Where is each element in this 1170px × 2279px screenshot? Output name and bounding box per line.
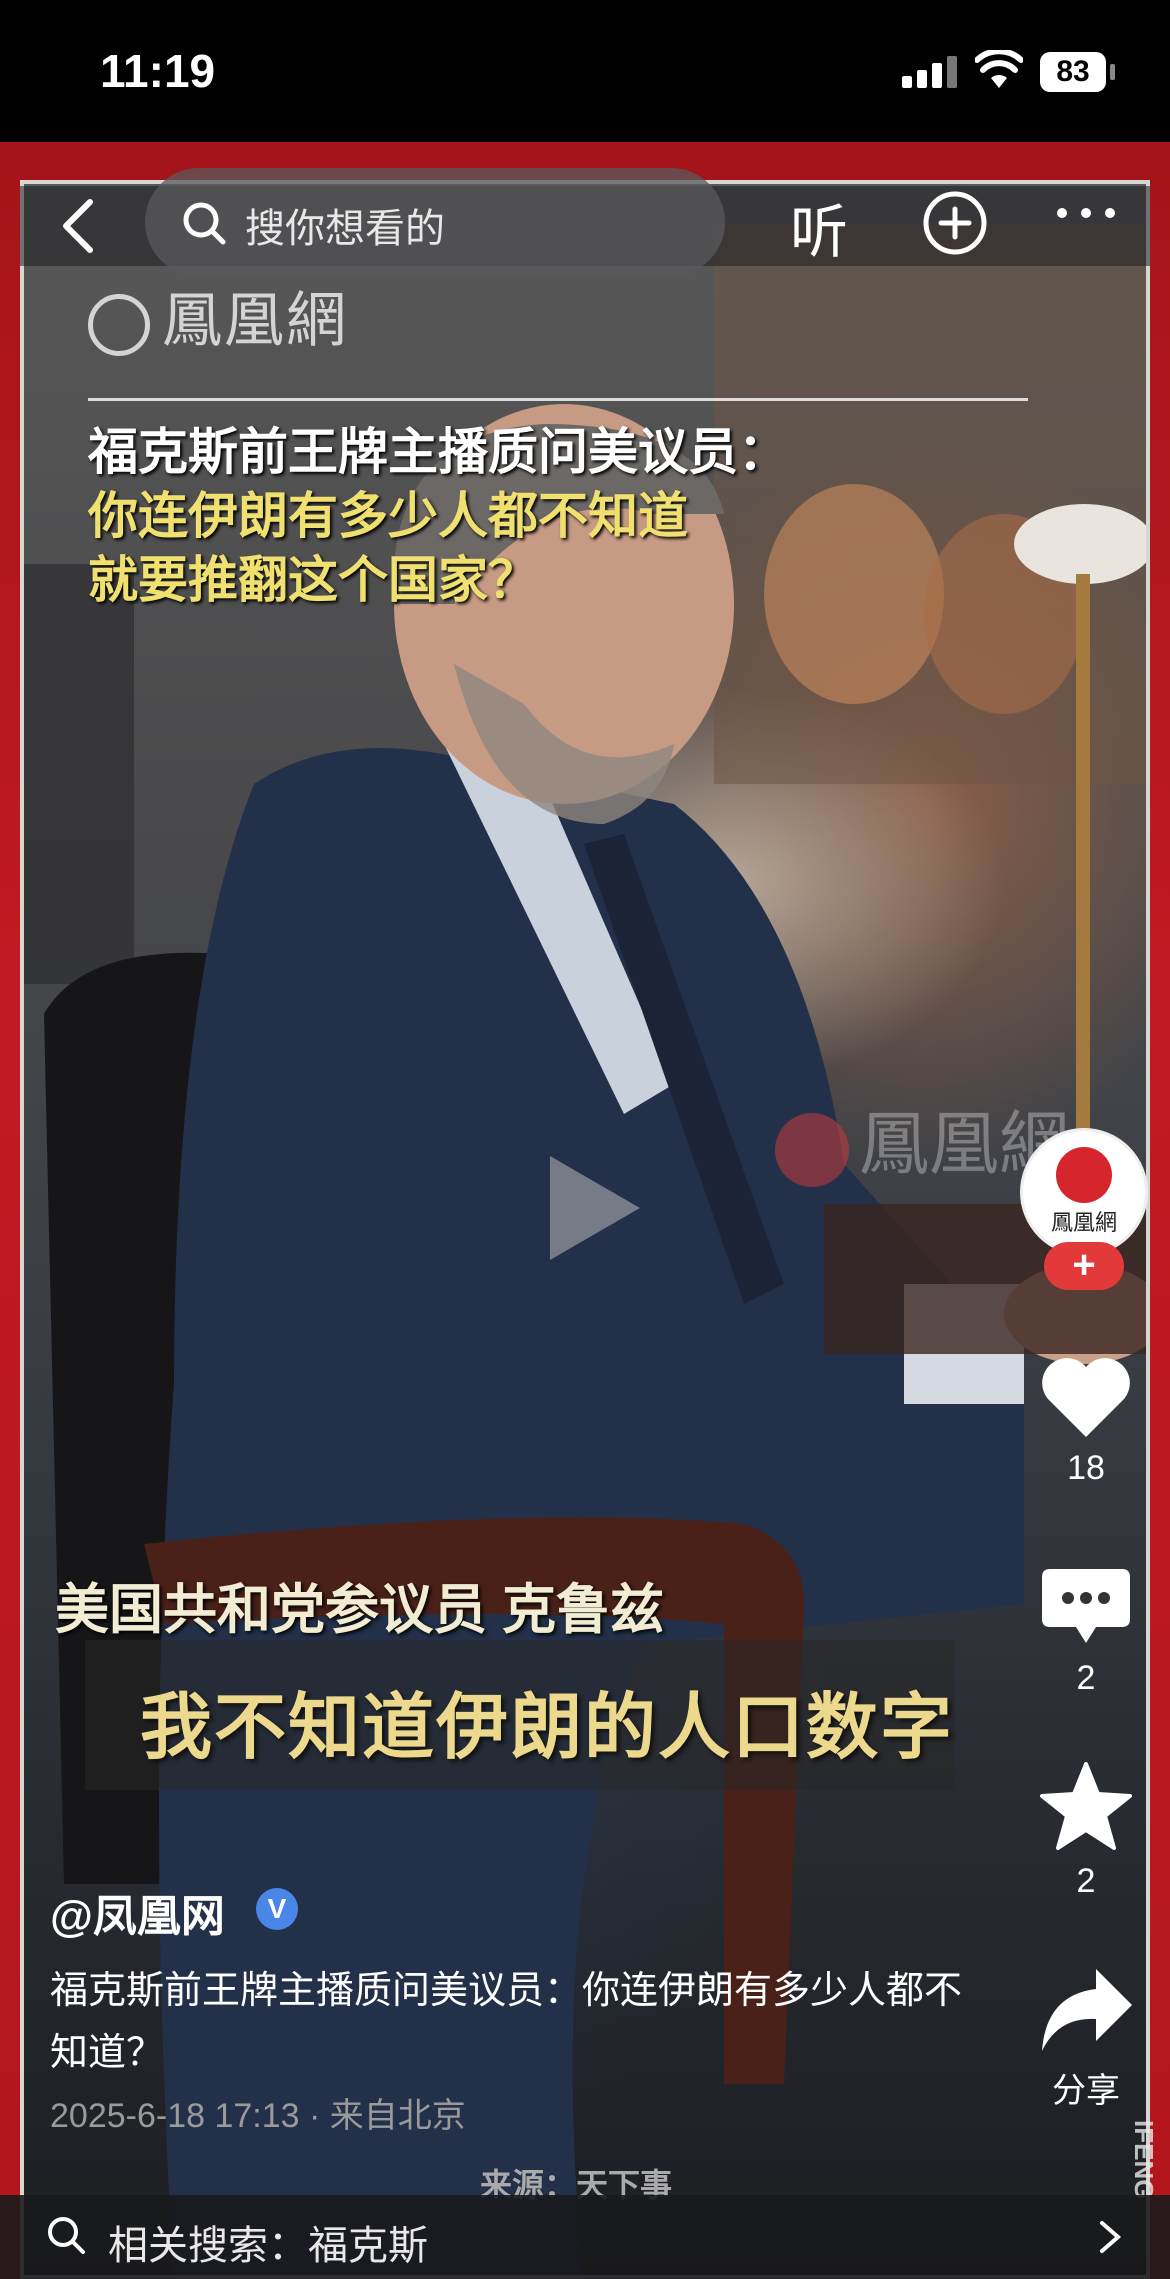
wifi-icon — [975, 50, 1023, 88]
verified-badge-icon: V — [256, 1888, 298, 1930]
video-headline: 福克斯前王牌主播质问美议员： 你连伊朗有多少人都不知道 就要推翻这个国家？ — [88, 420, 788, 612]
battery-indicator: 83 — [1040, 52, 1106, 92]
author-name[interactable]: @凤凰网 — [50, 1880, 225, 1944]
like-count: 18 — [1067, 1449, 1105, 1487]
speaker-caption: 美国共和党参议员 克鲁兹 — [55, 1580, 665, 1640]
listen-button[interactable]: 听 — [790, 185, 848, 269]
share-button[interactable]: 分享 — [1026, 1965, 1146, 2112]
cellular-signal-icon — [902, 56, 957, 88]
corner-stamp: IFENG — [1129, 2120, 1159, 2200]
like-button[interactable]: 18 — [1026, 1355, 1146, 1488]
comment-button[interactable]: 2 — [1026, 1565, 1146, 1698]
post-description: 福克斯前王牌主播质问美议员：你连伊朗有多少人都不知道？ — [50, 1970, 963, 2074]
back-arrow-icon[interactable] — [52, 196, 112, 256]
status-bar: 11:19 83 — [0, 0, 1170, 142]
related-search-label: 相关搜索：福克斯 — [108, 2224, 428, 2268]
post-location: 来自北京 — [329, 2097, 466, 2135]
chevron-right-icon — [1100, 2221, 1122, 2253]
comment-icon — [1042, 1569, 1130, 1643]
status-time: 11:19 — [100, 45, 216, 97]
heart-icon — [1042, 1358, 1130, 1437]
search-bar[interactable]: 搜你想看的 — [145, 168, 725, 276]
add-circle-icon[interactable] — [922, 190, 988, 256]
post-meta: 2025-6-18 17:13 · 来自北京 — [50, 2088, 466, 2137]
ifeng-logo-text: 鳳凰網 — [162, 286, 348, 356]
author-avatar[interactable]: 鳳凰網 — [1020, 1128, 1148, 1256]
search-icon — [48, 2217, 85, 2254]
battery-tip — [1110, 64, 1115, 80]
play-icon[interactable] — [540, 1148, 650, 1268]
video-subtitle: 我不知道伊朗的人口数字 — [140, 1688, 955, 1768]
ifeng-swirl-icon — [88, 294, 150, 357]
headline-line-3: 就要推翻这个国家？ — [88, 552, 538, 608]
avatar-label: 鳳凰網 — [1050, 1211, 1117, 1236]
headline-line-2: 你连伊朗有多少人都不知道 — [88, 488, 688, 544]
ifeng-avatar-icon — [1056, 1147, 1112, 1203]
meta-separator: · — [309, 2097, 330, 2135]
comment-count: 2 — [1076, 1659, 1096, 1697]
search-icon — [183, 202, 226, 245]
related-search-bar[interactable]: 相关搜索：福克斯 — [0, 2195, 1170, 2279]
ifeng-logo: 鳳凰網 — [88, 272, 348, 359]
favorite-count: 2 — [1076, 1862, 1096, 1900]
star-icon — [1040, 1762, 1132, 1850]
more-options-icon[interactable] — [1054, 205, 1118, 221]
share-arrow-icon — [1042, 1969, 1132, 2051]
favorite-button[interactable]: 2 — [1026, 1760, 1146, 1901]
share-label: 分享 — [1052, 2072, 1120, 2110]
search-placeholder: 搜你想看的 — [245, 207, 445, 251]
headline-line-1: 福克斯前王牌主播质问美议员： — [88, 424, 788, 480]
follow-button[interactable]: + — [1044, 1242, 1124, 1290]
watermark-swirl-icon — [775, 1113, 849, 1187]
headline-divider — [88, 398, 1028, 401]
post-date: 2025-6-18 17:13 — [50, 2097, 300, 2135]
